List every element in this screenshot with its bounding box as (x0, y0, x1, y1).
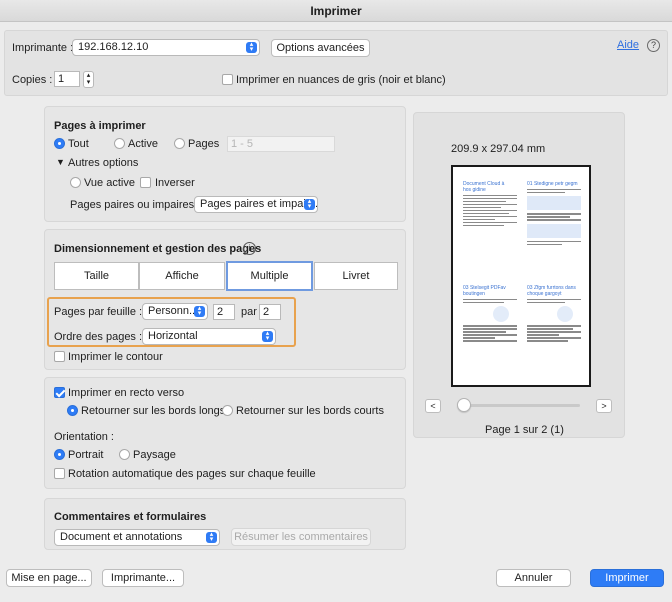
long-edge-radio[interactable] (67, 405, 78, 416)
pages-all-radio[interactable] (54, 138, 65, 149)
tab-size[interactable]: Taille (54, 262, 139, 290)
duplex-label: Imprimer en recto verso (68, 387, 185, 399)
preview-thumb-3: 03 Stelsegit PDFav boutingen (463, 285, 517, 377)
comments-select-value: Document et annotations (60, 531, 183, 543)
short-edge-radio[interactable] (222, 405, 233, 416)
rows-input[interactable]: 2 (259, 304, 281, 320)
printer-select[interactable]: 192.168.12.10 ▴ ▾ (72, 39, 260, 56)
paper-size-label: 209.9 x 297.04 mm (451, 143, 546, 155)
pages-active-radio[interactable] (114, 138, 125, 149)
next-page-button[interactable]: > (596, 399, 612, 413)
copies-input[interactable]: 1 (54, 71, 80, 87)
page-slider-track[interactable] (460, 404, 580, 407)
chevron-updown-icon: ▴ ▾ (206, 531, 217, 543)
printer-select-value: 192.168.12.10 (78, 41, 149, 53)
page-order-label: Ordre des pages : (54, 331, 143, 343)
more-options-label[interactable]: Autres options (68, 157, 138, 169)
columns-input[interactable]: 2 (213, 304, 235, 320)
odd-even-label: Pages paires ou impaires : (70, 199, 201, 211)
chevron-updown-icon: ▴ ▾ (262, 330, 273, 342)
copies-stepper[interactable]: ▴ ▾ (83, 71, 94, 88)
disclosure-triangle-icon[interactable]: ▼ (56, 157, 65, 167)
landscape-label: Paysage (133, 449, 176, 461)
active-view-label: Vue active (84, 177, 135, 189)
chevron-updown-icon: ▴ ▾ (246, 41, 257, 53)
tab-poster[interactable]: Affiche (139, 262, 225, 290)
page-setup-button[interactable]: Mise en page... (6, 569, 92, 587)
info-icon[interactable]: i (243, 242, 256, 255)
preview-thumb-4: 03 Zfgm furrtons dans choque gargoyt (527, 285, 581, 377)
help-icon[interactable]: ? (647, 39, 660, 52)
reverse-label: Inverser (155, 177, 195, 189)
odd-even-select[interactable]: Pages paires et impair... ▴ ▾ (194, 196, 318, 213)
landscape-radio[interactable] (119, 449, 130, 460)
pages-per-sheet-select[interactable]: Personn... ▴ ▾ (142, 303, 208, 320)
odd-even-select-value: Pages paires et impair... (200, 198, 318, 210)
active-view-radio[interactable] (70, 177, 81, 188)
comments-heading: Commentaires et formulaires (54, 511, 207, 523)
summarize-comments-button[interactable]: Résumer les commentaires (231, 528, 371, 546)
printer-button[interactable]: Imprimante... (102, 569, 184, 587)
pages-all-label: Tout (68, 138, 89, 150)
preview-thumb-2: 01 Stedigne petr gegm (527, 181, 581, 269)
auto-rotate-checkbox[interactable] (54, 468, 65, 479)
reverse-checkbox[interactable] (140, 177, 151, 188)
preview-sheet: Document Cloud à hos gidine 01 Stedigne … (451, 165, 591, 387)
advanced-options-button[interactable]: Options avancées (271, 39, 370, 57)
auto-rotate-label: Rotation automatique des pages sur chaqu… (68, 468, 316, 480)
prev-page-button[interactable]: < (425, 399, 441, 413)
page-order-value: Horizontal (148, 330, 198, 342)
copies-label: Copies : (12, 74, 53, 86)
print-border-label: Imprimer le contour (68, 351, 163, 363)
preview-thumb-1: Document Cloud à hos gidine (463, 181, 517, 269)
pages-range-radio[interactable] (174, 138, 185, 149)
page-order-select[interactable]: Horizontal ▴ ▾ (142, 328, 276, 345)
print-border-checkbox[interactable] (54, 351, 65, 362)
by-label: par (241, 306, 257, 318)
pages-active-label: Active (128, 138, 158, 150)
cancel-button[interactable]: Annuler (496, 569, 571, 587)
chevron-updown-icon: ▴ ▾ (304, 198, 315, 210)
short-edge-label: Retourner sur les bords courts (236, 405, 384, 417)
pages-heading: Pages à imprimer (54, 120, 146, 132)
duplex-checkbox[interactable] (54, 387, 65, 398)
print-button[interactable]: Imprimer (590, 569, 664, 587)
grayscale-checkbox[interactable] (222, 74, 233, 85)
tab-booklet[interactable]: Livret (314, 262, 398, 290)
printer-label: Imprimante : (12, 42, 74, 54)
orientation-label: Orientation : (54, 431, 114, 443)
sizing-heading: Dimensionnement et gestion des pages (54, 243, 262, 255)
bottom-bar (0, 563, 672, 602)
thumb-title-4: 03 Zfgm furrtons dans choque gargoyt (527, 285, 576, 297)
thumb-title-3: 03 Stelsegit PDFav boutingen (463, 285, 506, 297)
thumb-title-2: 01 Stedigne petr gegm (527, 181, 578, 187)
long-edge-label: Retourner sur les bords longs (81, 405, 226, 417)
pages-range-label: Pages (188, 138, 220, 150)
page-slider-knob[interactable] (457, 398, 471, 412)
pages-per-sheet-label: Pages par feuille : (54, 306, 143, 318)
portrait-radio[interactable] (54, 449, 65, 460)
page-indicator: Page 1 sur 2 (1) (485, 424, 564, 436)
tab-multiple[interactable]: Multiple (226, 261, 313, 291)
chevron-updown-icon: ▴ ▾ (194, 305, 205, 317)
thumb-title-1: Document Cloud à hos gidine (463, 181, 505, 193)
comments-select[interactable]: Document et annotations ▴ ▾ (54, 529, 220, 546)
window-title-bar: Imprimer (0, 0, 672, 22)
window-title: Imprimer (310, 4, 362, 18)
grayscale-label: Imprimer en nuances de gris (noir et bla… (236, 74, 446, 86)
pages-per-sheet-value: Personn... (148, 305, 199, 317)
portrait-label: Portrait (68, 449, 104, 461)
pages-range-input[interactable]: 1 - 5 (227, 136, 335, 152)
help-link[interactable]: Aide (617, 39, 639, 51)
